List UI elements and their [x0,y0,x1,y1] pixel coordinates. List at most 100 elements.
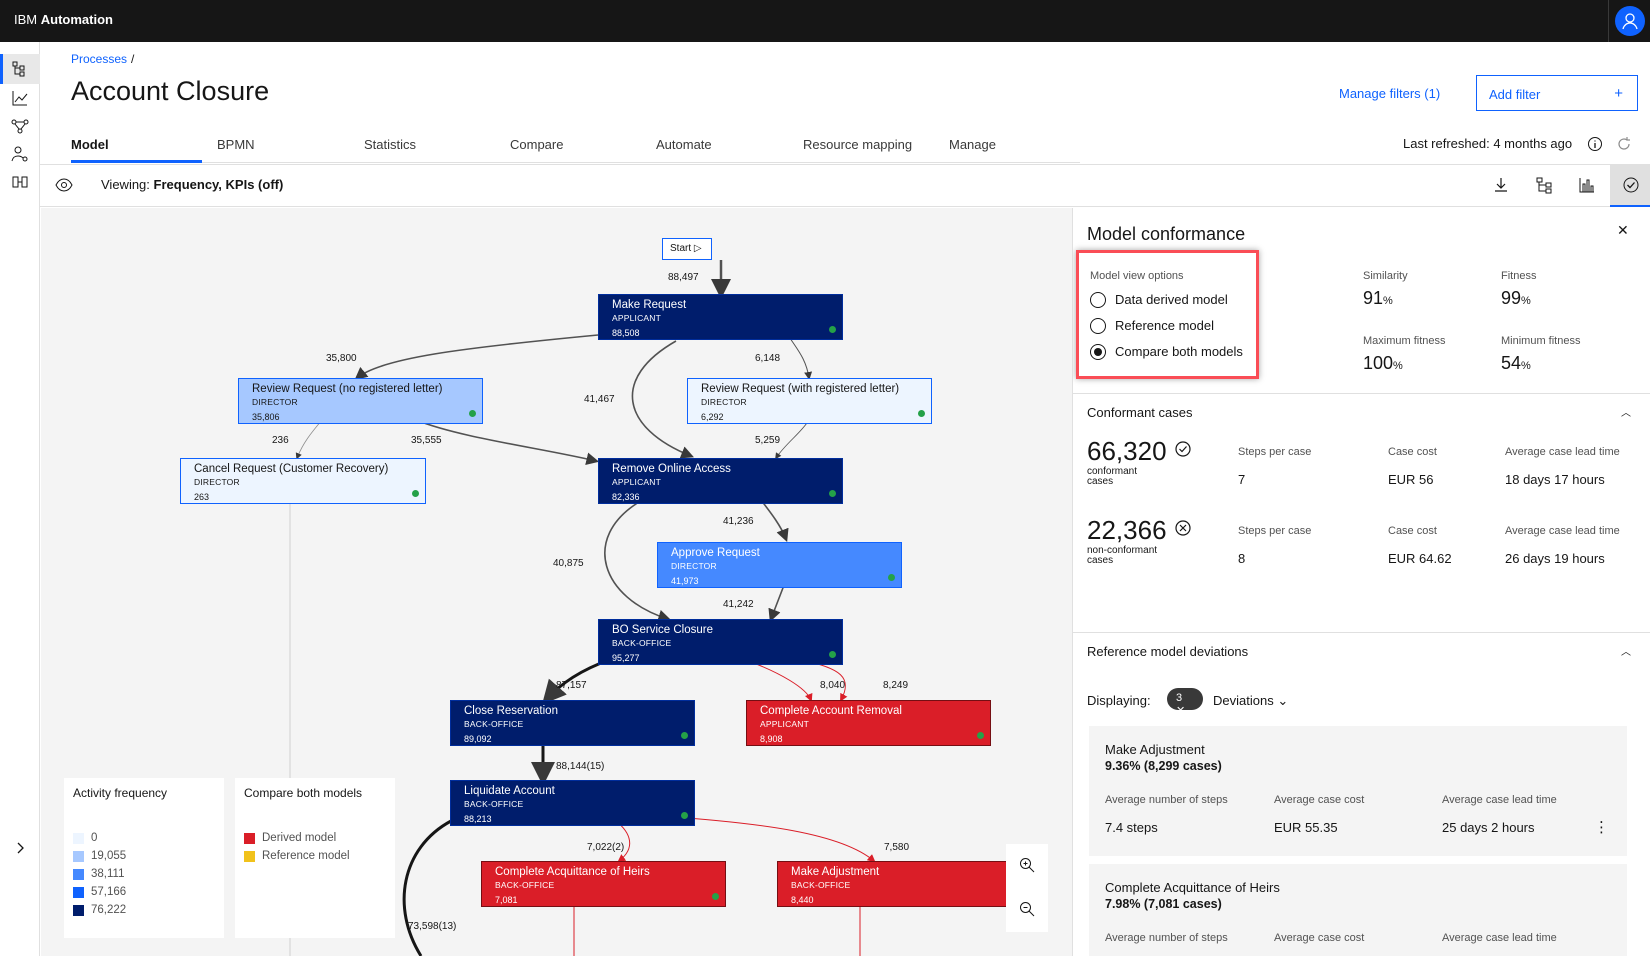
status-dot [888,574,895,581]
metric-unit: % [1393,360,1403,372]
process-map-canvas[interactable]: Start ▷ 88,497 35,800 6,148 41,467 236 3… [41,208,1072,956]
activity-title: Cancel Request (Customer Recovery) [194,463,389,475]
left-nav-rail [0,42,40,956]
activity-node[interactable]: Liquidate Account BACK-OFFICE 88,213 [450,780,695,826]
nav-expand[interactable] [10,838,30,858]
close-icon[interactable]: ✕ [1617,222,1629,239]
add-filter-button[interactable]: Add filter + [1476,75,1638,111]
activity-role: BACK-OFFICE [464,719,524,729]
activity-role: DIRECTOR [252,397,298,407]
deviation-card[interactable]: Complete Acquittance of Heirs 7.98% (7,0… [1089,864,1627,956]
edge-label: 73,598(13) [408,921,457,932]
bar-chart-icon[interactable] [1578,176,1596,194]
activity-node[interactable]: Complete Account Removal APPLICANT 8,908 [746,700,991,746]
viewing-prefix: Viewing: [101,177,150,192]
case-cost-label: Case cost [1388,525,1437,537]
activity-node[interactable]: Close Reservation BACK-OFFICE 89,092 [450,700,695,746]
hierarchy-icon[interactable] [1535,176,1553,194]
avg-lead-time-label: Average case lead time [1442,932,1557,944]
chevron-up-icon[interactable]: ︿ [1621,404,1631,419]
avg-steps-label: Average number of steps [1105,932,1228,944]
legend-label: 38,111 [91,868,125,880]
download-icon[interactable] [1492,176,1510,194]
edge-label: 7,022(2) [587,842,625,853]
edge-label: 8,040 [820,680,846,691]
activity-title: Complete Account Removal [760,705,902,717]
app-brand[interactable]: IBM Automation [14,12,113,27]
nav-compare[interactable] [10,172,30,192]
activity-frequency-legend: Activity frequency 0 19,055 38,111 57,16… [64,778,224,938]
edge-label: 8,249 [883,680,909,691]
nav-analytics[interactable] [10,88,30,108]
manage-filters-link[interactable]: Manage filters (1) [1339,86,1440,101]
nav-process-model[interactable] [0,54,40,84]
metric-unit: % [1383,295,1393,307]
nav-users[interactable] [10,144,30,164]
chart-line-icon [12,91,28,106]
minimum-fitness-value: 54% [1501,353,1531,374]
deviations-header[interactable]: Reference model deviations [1087,644,1248,659]
activity-node[interactable]: Cancel Request (Customer Recovery) DIREC… [180,458,426,504]
activity-role: APPLICANT [612,477,662,487]
zoom-in-icon[interactable] [1018,856,1036,874]
chevron-down-icon: ⌄ [1277,693,1289,708]
divider [1073,632,1650,633]
radio-label: Reference model [1115,318,1214,333]
tab-manage[interactable]: Manage [949,137,996,152]
lead-time-label: Average case lead time [1505,525,1620,537]
conformant-cases-header[interactable]: Conformant cases [1087,405,1193,420]
activity-node[interactable]: Remove Online Access APPLICANT 82,336 [598,458,843,504]
top-bar-divider [1608,0,1609,42]
activity-count: 88,213 [464,814,492,824]
metric-number: 99 [1501,288,1522,308]
tab-bpmn[interactable]: BPMN [217,137,255,152]
deviation-card[interactable]: Make Adjustment 9.36% (8,299 cases) Aver… [1089,726,1627,856]
radio-circle [1090,318,1106,334]
start-node[interactable]: Start ▷ [662,238,712,260]
user-avatar-button[interactable] [1615,6,1645,36]
nav-flow[interactable] [10,116,30,136]
breadcrumb-processes-link[interactable]: Processes [71,52,127,66]
activity-node[interactable]: Complete Acquittance of Heirs BACK-OFFIC… [481,861,726,907]
maximum-fitness-value: 100% [1363,353,1403,374]
conformant-count: 66,320 [1087,436,1192,467]
conformance-toggle[interactable] [1610,164,1650,207]
view-icon[interactable] [55,177,73,193]
overflow-menu-icon[interactable]: ⋮ [1594,818,1609,836]
activity-node[interactable]: Make Adjustment BACK-OFFICE 8,440 [777,861,1022,907]
zoom-out-icon[interactable] [1018,900,1036,918]
avg-steps-value: 7.4 steps [1105,820,1158,835]
edge-label: 88,144(15) [556,761,605,772]
chevron-up-icon[interactable]: ︿ [1621,643,1631,658]
refresh-icon[interactable] [1616,136,1632,152]
brand-prefix: IBM [14,12,38,27]
minimum-fitness-label: Minimum fitness [1501,335,1581,347]
edge-label: 35,800 [326,353,357,364]
top-bar: IBM Automation [0,0,1650,42]
legend-title: Activity frequency [73,786,168,800]
tab-automate[interactable]: Automate [656,137,712,152]
activity-node[interactable]: Make Request APPLICANT 88,508 [598,294,843,340]
close-icon[interactable]: ✕ [1176,705,1185,717]
page-title: Account Closure [71,76,270,106]
status-dot [681,812,688,819]
fitness-label: Fitness [1501,270,1537,282]
activity-count: 95,277 [612,653,640,663]
filter-count-tag[interactable]: 3 ✕ [1167,688,1203,717]
tab-statistics[interactable]: Statistics [364,137,416,152]
tab-model[interactable]: Model [71,137,109,152]
tab-compare[interactable]: Compare [510,137,563,152]
deviations-dropdown[interactable]: Deviations ⌄ [1213,693,1288,709]
activity-node[interactable]: Review Request (with registered letter) … [687,378,932,424]
activity-node[interactable]: Review Request (no registered letter) DI… [238,378,483,424]
dropdown-value: Deviations [1213,693,1274,708]
activity-title: Liquidate Account [464,785,555,797]
activity-node[interactable]: Approve Request DIRECTOR 41,973 [657,542,902,588]
case-cost-value: EUR 56 [1388,472,1434,487]
activity-node[interactable]: BO Service Closure BACK-OFFICE 95,277 [598,619,843,665]
steps-per-case-value: 8 [1238,551,1246,566]
info-icon[interactable] [1587,136,1603,152]
steps-per-case-value: 7 [1238,472,1246,487]
tab-resource-mapping[interactable]: Resource mapping [803,137,912,152]
avg-cost-label: Average case cost [1274,932,1365,944]
